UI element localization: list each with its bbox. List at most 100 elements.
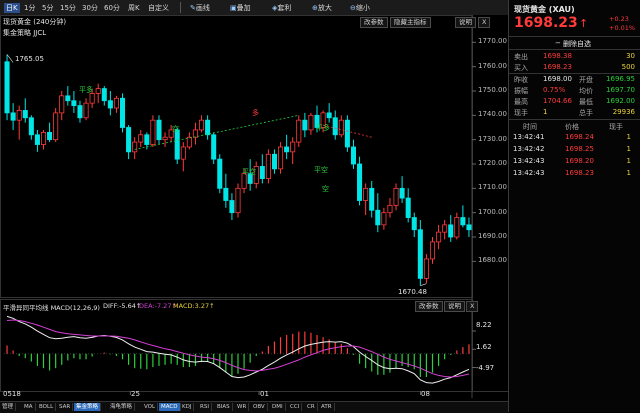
macd-dea-value: DEA:-7.27↑ bbox=[139, 302, 177, 310]
candle-body bbox=[119, 97, 126, 128]
candle-body bbox=[180, 146, 186, 160]
tab-sar[interactable]: SAR bbox=[57, 403, 74, 411]
price-tick-label: 1750.00 bbox=[478, 85, 507, 94]
tab-cr[interactable]: CR bbox=[305, 403, 318, 411]
candle-body bbox=[107, 100, 113, 109]
tick-price: 1698.20 bbox=[565, 157, 594, 165]
draw-line-button[interactable]: ✎画线 bbox=[190, 3, 210, 13]
macd-title: 平滑异同平均线 MACD(12,26,9) bbox=[3, 304, 100, 312]
tick-time: 13:42:43 bbox=[513, 169, 545, 177]
candle-body bbox=[265, 153, 271, 180]
main-explain-button[interactable]: 说明 bbox=[455, 17, 476, 28]
stat-label: 振幅 bbox=[514, 87, 528, 95]
signal-close-short-2: 平空 bbox=[314, 166, 328, 174]
price-tick-label: 1760.00 bbox=[478, 61, 507, 70]
candle-body bbox=[278, 146, 284, 170]
sell-row: 卖出 1698.38 30 bbox=[509, 52, 640, 62]
date-label-0518: 0518 bbox=[3, 390, 21, 398]
hide-main-indicator-button[interactable]: 隐藏主指标 bbox=[390, 17, 431, 28]
quote-change: +0.23 bbox=[609, 15, 629, 23]
interval-5min[interactable]: 5分 bbox=[42, 3, 53, 13]
date-label-25: 25 bbox=[131, 390, 140, 398]
weekly-button[interactable]: 周K bbox=[128, 3, 140, 13]
candle-body bbox=[144, 134, 150, 145]
chart-toolbar: 日K 1分 5分 15分 30分 60分 周K 自定义 ✎画线 ▣叠加 ◈套利 … bbox=[0, 0, 508, 16]
tick-price: 1698.23 bbox=[565, 169, 594, 177]
price-tick-label: 1680.00 bbox=[478, 256, 507, 265]
tab-kdj[interactable]: KDJ bbox=[180, 403, 195, 411]
tick-time: 13:42:41 bbox=[513, 133, 545, 141]
stat-value: 29936 bbox=[612, 108, 635, 116]
tab-bias[interactable]: BIAS bbox=[215, 403, 233, 411]
tab-dmi[interactable]: DMI bbox=[270, 403, 286, 411]
indicator-tab-bar: 管理 MA BOLL SAR 集金策略 海龟策略 VOL MACD KDJ RS… bbox=[0, 401, 508, 413]
sell-label: 卖出 bbox=[514, 53, 528, 61]
interval-daily[interactable]: 日K bbox=[4, 3, 20, 13]
signal-short-1: 空 bbox=[172, 125, 179, 133]
remove-watchlist-button[interactable]: 删除自选 bbox=[563, 39, 591, 49]
quote-change-pct: +0.01% bbox=[609, 24, 636, 32]
main-close-button[interactable]: X bbox=[478, 17, 491, 28]
tick-qty: 1 bbox=[626, 145, 631, 153]
stat-label: 开盘 bbox=[579, 76, 593, 84]
arbitrage-button[interactable]: ◈套利 bbox=[272, 3, 291, 13]
tab-boll[interactable]: BOLL bbox=[37, 403, 57, 411]
tab-jjcl[interactable]: 集金策略 bbox=[74, 403, 102, 411]
tab-atr[interactable]: ATR bbox=[319, 403, 335, 411]
zoom-out-button[interactable]: ⊖缩小 bbox=[350, 3, 370, 13]
tab-obv[interactable]: OBV bbox=[251, 403, 268, 411]
tab-rsi[interactable]: RSI bbox=[198, 403, 212, 411]
tab-macd[interactable]: MACD bbox=[159, 403, 181, 411]
custom-button[interactable]: 自定义 bbox=[148, 3, 169, 13]
candle-body bbox=[138, 134, 144, 143]
stat-value: 1698.00 bbox=[543, 75, 572, 83]
candle-body bbox=[186, 136, 192, 148]
macd-explain-button[interactable]: 说明 bbox=[444, 301, 465, 312]
stat-value: 0.75% bbox=[543, 86, 566, 94]
chart-area[interactable]: 现货黄金 (240分钟) 集金策略 JJCL 改参数 隐藏主指标 说明 X 17… bbox=[0, 15, 508, 412]
tick-time: 13:42:43 bbox=[513, 157, 545, 165]
price-tick-label: 1690.00 bbox=[478, 232, 507, 241]
interval-15min[interactable]: 15分 bbox=[60, 3, 76, 13]
candle-body bbox=[344, 119, 350, 148]
tab-ma[interactable]: MA bbox=[22, 403, 36, 411]
interval-30min[interactable]: 30分 bbox=[82, 3, 98, 13]
candle-body bbox=[393, 187, 399, 206]
candle-body bbox=[174, 129, 180, 160]
main-params-button[interactable]: 改参数 bbox=[360, 17, 388, 28]
tab-manage[interactable]: 管理 bbox=[0, 403, 17, 411]
price-tick-label: 1720.00 bbox=[478, 159, 507, 167]
candle-body bbox=[405, 197, 411, 218]
candle-body bbox=[16, 110, 22, 121]
candle-body bbox=[65, 95, 71, 102]
self-select-bar[interactable]: − 删除自选 bbox=[509, 36, 640, 50]
interval-60min[interactable]: 60分 bbox=[104, 3, 120, 13]
ticks-col-price: 价格 bbox=[565, 123, 579, 131]
zoom-in-button[interactable]: ⊕放大 bbox=[312, 3, 332, 13]
overlay-button[interactable]: ▣叠加 bbox=[230, 3, 251, 13]
candle-body bbox=[83, 102, 89, 119]
price-tick-label: 1740.00 bbox=[478, 110, 507, 119]
macd-close-button[interactable]: X bbox=[466, 301, 479, 312]
candle-body bbox=[223, 187, 229, 201]
candle-body bbox=[77, 105, 83, 119]
candle-body bbox=[22, 110, 28, 119]
candle-body bbox=[417, 229, 423, 279]
tab-turtle[interactable]: 海龟策略 bbox=[108, 403, 136, 411]
signal-close-long-1: 平多 bbox=[79, 86, 93, 94]
price-up-arrow-icon: ↑ bbox=[579, 17, 589, 30]
macd-params-button[interactable]: 改参数 bbox=[415, 301, 443, 312]
candlestick-chart[interactable] bbox=[0, 15, 508, 412]
candle-body bbox=[454, 217, 460, 238]
tab-vol[interactable]: VOL bbox=[142, 403, 159, 411]
tab-wr[interactable]: WR bbox=[235, 403, 250, 411]
candle-body bbox=[423, 258, 429, 279]
interval-1min[interactable]: 1分 bbox=[24, 3, 35, 13]
candle-body bbox=[308, 114, 314, 131]
candle-body bbox=[4, 61, 10, 114]
price-tick-label: 1770.00 bbox=[478, 37, 507, 46]
candle-body bbox=[59, 95, 65, 114]
tab-cci[interactable]: CCI bbox=[288, 403, 303, 411]
candle-body bbox=[338, 119, 344, 136]
macd-axis-top: 8.22 bbox=[476, 321, 492, 329]
